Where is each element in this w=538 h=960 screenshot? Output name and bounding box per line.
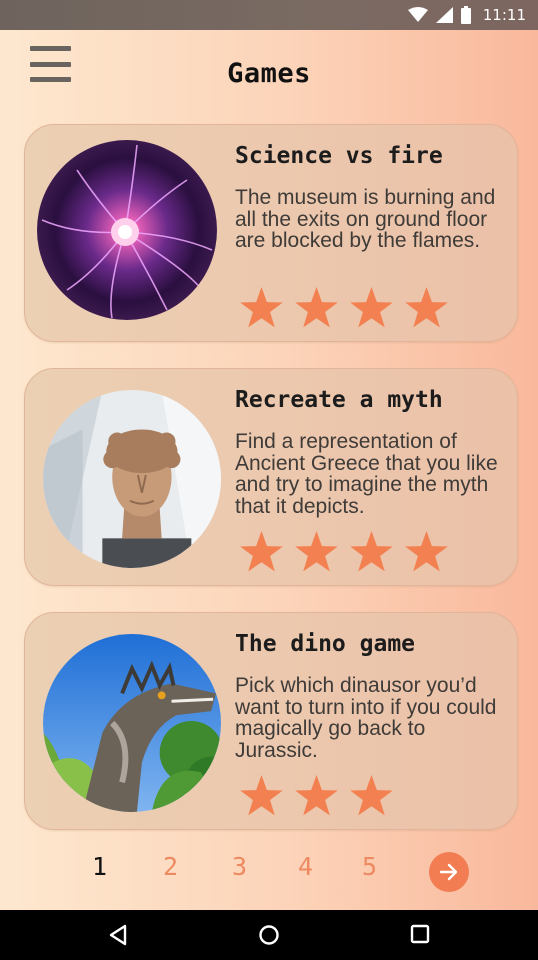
page-title: Games [227, 58, 311, 89]
game-card-recreate-a-myth[interactable]: Recreate a myth Find a representation of… [24, 368, 518, 586]
page-1-link[interactable]: 1 [92, 852, 107, 881]
star-icon [295, 531, 338, 572]
star-icon [295, 775, 338, 816]
game-card-the-dino-game[interactable]: The dino game Pick which dinausor you’d … [24, 612, 518, 830]
navigation-bar [0, 910, 538, 960]
game-title: Science vs fire [235, 143, 443, 169]
status-bar: 11:11 [0, 0, 538, 30]
next-page-button[interactable] [429, 852, 469, 892]
game-card-science-vs-fire[interactable]: Science vs fire The museum is burning an… [24, 124, 518, 342]
dinosaur-photo [43, 634, 221, 812]
game-description: Find a representation of Ancient Greece … [235, 430, 498, 518]
status-time: 11:11 [482, 6, 526, 24]
star-icon [295, 287, 338, 328]
page-5-link[interactable]: 5 [362, 852, 377, 881]
plasma-ball-photo [37, 140, 217, 320]
back-icon[interactable] [108, 924, 128, 946]
page-2-link[interactable]: 2 [163, 852, 178, 881]
rating-stars [239, 775, 394, 819]
pagination: 1 2 3 4 5 [0, 848, 538, 894]
page-4-link[interactable]: 4 [298, 852, 313, 881]
recents-icon[interactable] [410, 924, 430, 944]
star-icon [240, 775, 283, 816]
arrow-right-icon [439, 863, 458, 881]
game-description: Pick which dinausor you’d want to turn i… [235, 674, 497, 762]
star-icon [405, 531, 448, 572]
signal-icon [435, 7, 453, 23]
star-icon [350, 287, 393, 328]
greek-bust-photo [43, 390, 221, 568]
star-icon [350, 775, 393, 816]
home-icon[interactable] [258, 924, 280, 946]
star-icon [240, 531, 283, 572]
battery-icon [460, 6, 471, 24]
star-icon [405, 287, 448, 328]
star-icon [240, 287, 283, 328]
page-3-link[interactable]: 3 [232, 852, 247, 881]
game-description: The museum is burning and all the exits … [235, 186, 496, 252]
rating-stars [239, 287, 449, 331]
star-icon [350, 531, 393, 572]
rating-stars [239, 531, 449, 575]
game-title: Recreate a myth [235, 387, 443, 413]
game-title: The dino game [235, 631, 416, 657]
wifi-icon [407, 7, 428, 22]
